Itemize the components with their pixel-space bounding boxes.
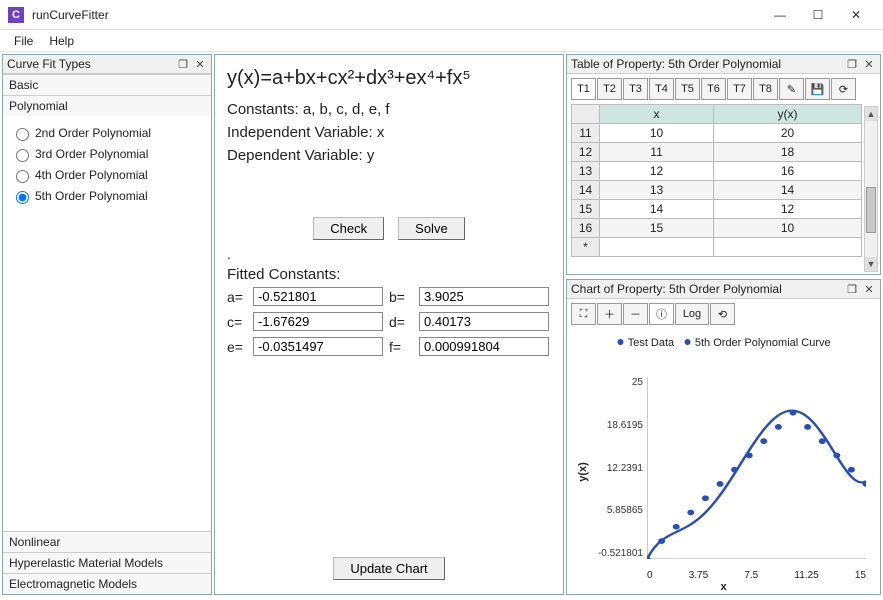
chart-panel: Chart of Property: 5th Order Polynomial … (566, 279, 881, 595)
col-x-header[interactable]: x (600, 105, 714, 124)
tab-t8[interactable]: T8 (753, 78, 778, 100)
value-f[interactable] (419, 337, 549, 356)
label-f: f= (389, 339, 413, 355)
table-row: 161510 (572, 219, 862, 238)
table-row: 111020 (572, 124, 862, 143)
chart-dock-icon[interactable]: ❐ (845, 283, 859, 296)
curve-fit-types-panel: Curve Fit Types ❐ ✕ Basic Polynomial 2nd… (2, 54, 212, 595)
tab-t2[interactable]: T2 (597, 78, 622, 100)
scroll-up-icon[interactable]: ▲ (865, 107, 877, 121)
tab-t3[interactable]: T3 (623, 78, 648, 100)
x-axis-ticks: 0 3.75 7.5 11.25 15 (647, 570, 866, 581)
dep-line: Dependent Variable: y (227, 147, 551, 164)
legend-test-data: Test Data (628, 337, 674, 349)
indep-line: Independent Variable: x (227, 124, 551, 141)
row-header-blank (572, 105, 600, 124)
minimize-button[interactable]: — (761, 0, 799, 30)
table-panel: Table of Property: 5th Order Polynomial … (566, 54, 881, 275)
zoom-fit-icon[interactable]: ⛶ (571, 303, 596, 325)
fitted-constants-label: Fitted Constants: (227, 266, 551, 283)
table-row: 121118 (572, 143, 862, 162)
info-icon[interactable]: ⓘ (649, 303, 674, 325)
plot-canvas (647, 377, 866, 559)
table-toolbar: T1 T2 T3 T4 T5 T6 T7 T8 ✎ 💾 ⟳ (567, 74, 880, 104)
table-row: * (572, 238, 862, 257)
value-a[interactable] (253, 287, 383, 306)
table-row: 131216 (572, 162, 862, 181)
polynomial-options: 2nd Order Polynomial 3rd Order Polynomia… (3, 116, 211, 531)
group-electromagnetic[interactable]: Electromagnetic Models (3, 573, 211, 594)
tab-t6[interactable]: T6 (701, 78, 726, 100)
poly-3rd[interactable]: 3rd Order Polynomial (11, 146, 203, 162)
table-row: 141314 (572, 181, 862, 200)
maximize-button[interactable]: ☐ (799, 0, 837, 30)
group-basic[interactable]: Basic (3, 74, 211, 95)
cycle-icon[interactable]: ⟲ (710, 303, 735, 325)
menu-file[interactable]: File (6, 32, 41, 50)
tab-t7[interactable]: T7 (727, 78, 752, 100)
tab-t1[interactable]: T1 (571, 78, 596, 100)
constants-line: Constants: a, b, c, d, e, f (227, 101, 551, 118)
label-e: e= (227, 339, 247, 355)
equation-panel: y(x)=a+bx+cx²+dx³+ex⁴+fx⁵ Constants: a, … (214, 54, 564, 595)
value-c[interactable] (253, 312, 383, 331)
check-button[interactable]: Check (313, 217, 384, 240)
table-row: 151412 (572, 200, 862, 219)
dot: . (227, 246, 551, 262)
x-axis-label: x (573, 581, 874, 593)
chart-toolbar: ⛶ ＋ － ⓘ Log ⟲ (567, 299, 880, 329)
group-nonlinear[interactable]: Nonlinear (3, 531, 211, 552)
poly-2nd[interactable]: 2nd Order Polynomial (11, 125, 203, 141)
window-title: runCurveFitter (32, 8, 109, 22)
table-close-icon[interactable]: ✕ (862, 58, 876, 71)
chart-legend: ● Test Data ● 5th Order Polynomial Curve (567, 333, 880, 349)
solve-button[interactable]: Solve (398, 217, 465, 240)
refresh-icon[interactable]: ⟳ (831, 78, 856, 100)
close-panel-icon[interactable]: ✕ (193, 58, 207, 71)
col-y-header[interactable]: y(x) (714, 105, 862, 124)
table-panel-title: Table of Property: 5th Order Polynomial (571, 57, 781, 71)
legend-curve: 5th Order Polynomial Curve (695, 337, 831, 349)
tab-t5[interactable]: T5 (675, 78, 700, 100)
table-scrollbar[interactable]: ▲ ▼ (864, 106, 878, 272)
label-c: c= (227, 314, 247, 330)
label-d: d= (389, 314, 413, 330)
tab-t4[interactable]: T4 (649, 78, 674, 100)
label-a: a= (227, 289, 247, 305)
zoom-out-icon[interactable]: － (623, 303, 648, 325)
group-polynomial[interactable]: Polynomial (3, 95, 211, 116)
value-e[interactable] (253, 337, 383, 356)
table-dock-icon[interactable]: ❐ (845, 58, 859, 71)
left-panel-header: Curve Fit Types ❐ ✕ (3, 55, 211, 74)
scroll-thumb[interactable] (866, 187, 876, 233)
label-b: b= (389, 289, 413, 305)
close-button[interactable]: ✕ (837, 0, 875, 30)
equation: y(x)=a+bx+cx²+dx³+ex⁴+fx⁵ (227, 67, 551, 90)
poly-5th[interactable]: 5th Order Polynomial (11, 188, 203, 204)
data-table[interactable]: x y(x) 111020 121118 131216 141314 15141… (571, 104, 862, 257)
menu-help[interactable]: Help (41, 32, 82, 50)
save-icon[interactable]: 💾 (805, 78, 830, 100)
edit-icon[interactable]: ✎ (779, 78, 804, 100)
log-button[interactable]: Log (675, 303, 709, 325)
chart-panel-title: Chart of Property: 5th Order Polynomial (571, 282, 782, 296)
dock-icon[interactable]: ❐ (176, 58, 190, 71)
scroll-down-icon[interactable]: ▼ (865, 257, 877, 271)
menu-bar: File Help (0, 30, 883, 52)
zoom-in-icon[interactable]: ＋ (597, 303, 622, 325)
group-hyperelastic[interactable]: Hyperelastic Material Models (3, 552, 211, 573)
chart-area: y(x) 25 18.6195 12.2391 5.85865 -0.52180… (573, 357, 874, 587)
chart-close-icon[interactable]: ✕ (862, 283, 876, 296)
poly-4th[interactable]: 4th Order Polynomial (11, 167, 203, 183)
y-axis-ticks: 25 18.6195 12.2391 5.85865 -0.521801 (579, 377, 643, 559)
title-bar: C runCurveFitter — ☐ ✕ (0, 0, 883, 30)
app-icon: C (8, 7, 24, 23)
update-chart-button[interactable]: Update Chart (333, 557, 444, 580)
left-panel-title: Curve Fit Types (7, 57, 91, 71)
value-b[interactable] (419, 287, 549, 306)
value-d[interactable] (419, 312, 549, 331)
